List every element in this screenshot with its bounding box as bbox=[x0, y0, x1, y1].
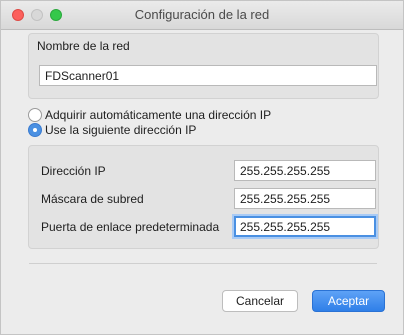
network-name-input[interactable] bbox=[39, 65, 377, 86]
default-gateway-label: Puerta de enlace predeterminada bbox=[41, 220, 220, 234]
auto-ip-label[interactable]: Adquirir automáticamente una dirección I… bbox=[45, 108, 271, 122]
ip-settings-group: Dirección IP Máscara de subred Puerta de… bbox=[28, 145, 379, 249]
default-gateway-input[interactable] bbox=[234, 216, 376, 237]
subnet-mask-label: Máscara de subred bbox=[41, 192, 144, 206]
title-bar[interactable]: Configuración de la red bbox=[1, 1, 403, 30]
subnet-mask-input[interactable] bbox=[234, 188, 376, 209]
accept-button[interactable]: Aceptar bbox=[312, 290, 385, 312]
ip-address-input[interactable] bbox=[234, 160, 376, 181]
manual-ip-radio[interactable] bbox=[28, 123, 42, 137]
network-name-group: Nombre de la red bbox=[28, 33, 379, 99]
auto-ip-radio[interactable] bbox=[28, 108, 42, 122]
cancel-button[interactable]: Cancelar bbox=[222, 290, 298, 312]
ip-address-label: Dirección IP bbox=[41, 164, 106, 178]
window-title: Configuración de la red bbox=[134, 7, 270, 22]
network-settings-window: Configuración de la red Nombre de la red… bbox=[0, 0, 404, 335]
manual-ip-label[interactable]: Use la siguiente dirección IP bbox=[45, 123, 196, 137]
network-name-label: Nombre de la red bbox=[37, 39, 130, 53]
separator bbox=[29, 263, 377, 264]
